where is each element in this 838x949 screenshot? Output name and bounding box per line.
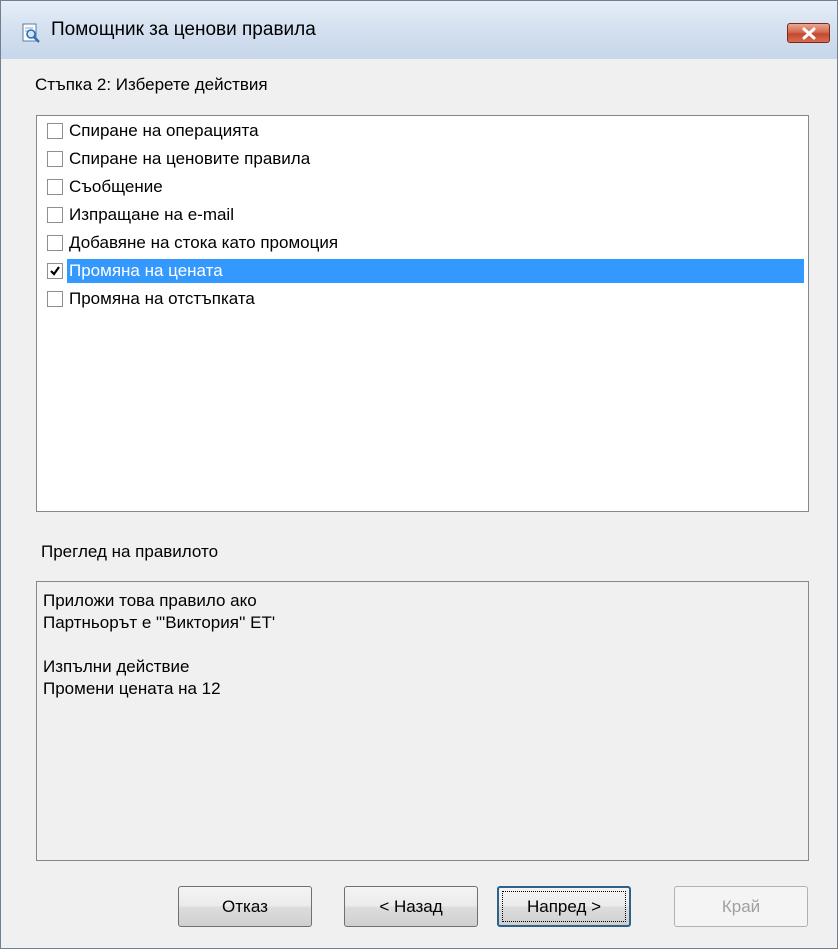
rule-preview-box: Приложи това правило ако Партньорът е "'… [36,581,809,861]
back-button[interactable]: < Назад [344,886,478,927]
actions-checklist[interactable]: Спиране на операцията Спиране на ценовите… [36,115,809,512]
close-button[interactable] [787,23,830,43]
action-label: Промяна на отстъпката [69,289,255,308]
preview-line: Приложи това правило ако [43,591,257,610]
action-item[interactable]: Промяна на отстъпката [42,284,804,312]
action-checkbox[interactable] [47,291,63,307]
close-icon [802,27,816,40]
step-label: Стъпка 2: Изберете действия [35,75,268,94]
action-label: Изпращане на e-mail [69,205,234,224]
wizard-dialog: Помощник за ценови правила Стъпка 2: Изб… [0,0,838,949]
action-item[interactable]: Спиране на ценовите правила [42,144,804,172]
action-label: Спиране на операцията [69,121,259,140]
action-item[interactable]: Промяна на цената [42,256,804,284]
window-title: Помощник за ценови правила [51,19,316,40]
cancel-button[interactable]: Отказ [178,886,312,927]
action-label: Промяна на цената [67,259,804,283]
action-checkbox[interactable] [47,123,63,139]
action-item[interactable]: Съобщение [42,172,804,200]
action-label: Съобщение [69,177,163,196]
preview-line: Изпълни действие [43,657,190,676]
magnifier-document-icon [21,23,41,43]
action-item[interactable]: Добавяне на стока като промоция [42,228,804,256]
focus-ring [502,891,626,922]
action-checkbox[interactable] [47,207,63,223]
action-item[interactable]: Изпращане на e-mail [42,200,804,228]
preview-line: Промени цената на 12 [43,679,221,698]
action-checkbox[interactable] [47,235,63,251]
action-checkbox[interactable] [47,179,63,195]
title-bar: Помощник за ценови правила [1,1,837,59]
action-checkbox[interactable] [47,263,63,279]
action-label: Спиране на ценовите правила [69,149,311,168]
preview-line [43,634,802,656]
action-label: Добавяне на стока като промоция [69,233,339,252]
preview-label: Преглед на правилото [41,542,219,561]
action-checkbox[interactable] [47,151,63,167]
preview-line: Партньорът е "'Виктория'' ЕТ' [43,613,276,632]
next-button[interactable]: Напред > [497,886,631,927]
action-item[interactable]: Спиране на операцията [42,116,804,144]
checkmark-icon [50,266,60,276]
finish-button: Край [674,886,808,927]
